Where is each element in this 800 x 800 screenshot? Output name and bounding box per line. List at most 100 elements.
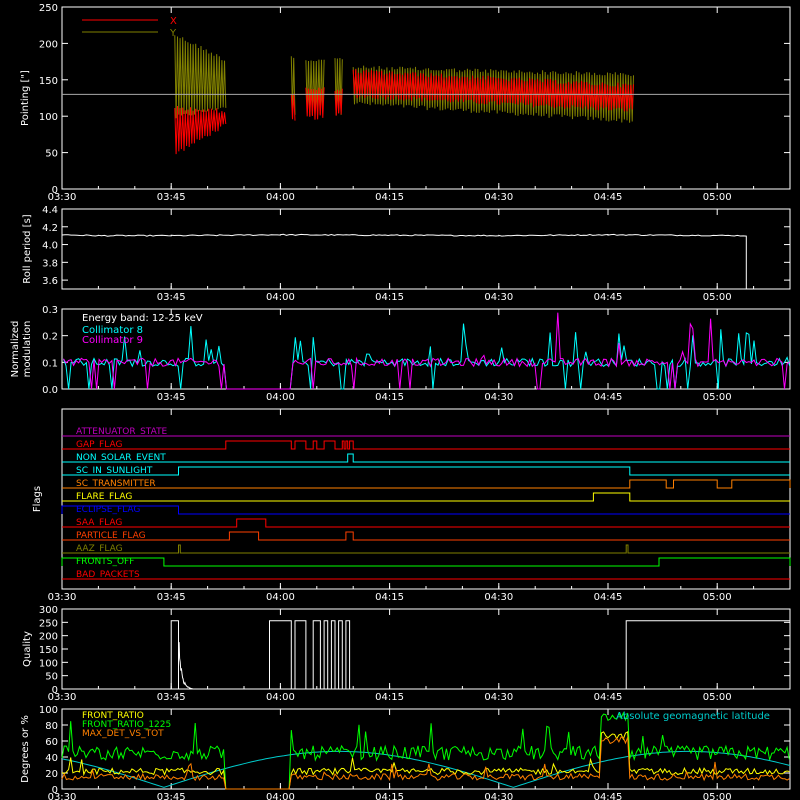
roll-period-line [61, 233, 747, 289]
y-tick-label: 200 [39, 632, 58, 643]
y-axis-label-flags: Flags [32, 486, 43, 512]
x-tick-label: 04:00 [266, 392, 295, 403]
flag-label: GAP_FLAG [76, 440, 122, 450]
legend-label: X [170, 16, 177, 27]
y-tick-label: 3.8 [42, 258, 58, 269]
y-tick-label: 100 [39, 658, 58, 669]
flag-label: NON_SOLAR_EVENT [76, 453, 166, 463]
x-tick-label: 03:30 [48, 192, 77, 203]
chart-canvas: 050100150200250Pointing ["]03:30 03:45 04:… [10, 3, 791, 800]
flag-label: SAA_FLAG [76, 518, 122, 528]
x-tick-label: 04:00 [266, 192, 295, 203]
x-tick-label: 04:30 [484, 692, 513, 703]
x-tick-label: 04:45 [594, 792, 623, 800]
flag-label: FLARE_FLAG [76, 492, 132, 502]
series-line-Y [305, 59, 325, 116]
flag-line-fronts_off [61, 557, 791, 567]
y-tick-label: 20 [45, 769, 58, 780]
y-tick-label: 50 [45, 149, 58, 160]
x-tick-label: 05:00 [703, 592, 732, 603]
legend-label: Absolute geomagnetic latitude [616, 711, 770, 722]
y-tick-label: 4.2 [42, 223, 58, 234]
x-tick-label: 04:15 [375, 792, 404, 800]
y-tick-label: 3.6 [42, 276, 58, 287]
energy-band-annotation: Energy band: 12-25 keV [82, 313, 203, 324]
x-tick-label: 03:45 [157, 292, 186, 303]
series-Y [174, 35, 634, 123]
x-tick-label: 04:45 [594, 392, 623, 403]
legend-label: Collimator 9 [82, 335, 143, 346]
x-tick-label: 05:00 [703, 392, 732, 403]
quality-decay [178, 642, 193, 690]
flag-line-particle_flag [62, 531, 790, 541]
flag-label: ECLIPSE_FLAG [76, 505, 140, 515]
y-tick-label: 250 [39, 618, 58, 629]
x-tick-label: 04:45 [594, 292, 623, 303]
modulation-series-8 [63, 323, 791, 390]
x-tick-label: 03:45 [157, 592, 186, 603]
y-tick-label: 150 [39, 76, 58, 87]
x-tick-label: 04:45 [594, 692, 623, 703]
flag-line-sc_transmitter [62, 479, 791, 489]
panel-frame-roll [61, 208, 791, 290]
flag-label: ATTENUATOR_STATE [76, 427, 168, 437]
flag-line-eclipse_flag [61, 505, 790, 515]
x-tick-label: 04:45 [594, 592, 623, 603]
flag-line-saa_flag [62, 518, 790, 528]
x-tick-label: 04:30 [484, 592, 513, 603]
y-axis-label-ratios: Degrees or % [20, 715, 31, 783]
legend-label: MAX_DET_VS_TOT [82, 729, 164, 739]
x-tick-label: 04:30 [484, 792, 513, 800]
y-tick-label: 0.3 [42, 305, 58, 316]
x-tick-label: 03:45 [157, 192, 186, 203]
x-tick-label: 04:15 [375, 392, 404, 403]
x-tick-label: 04:00 [266, 592, 295, 603]
y-tick-label: 100 [39, 112, 58, 123]
flag-line-flare_flag [62, 492, 790, 502]
x-tick-label: 04:45 [594, 192, 623, 203]
x-tick-label: 04:15 [375, 692, 404, 703]
x-tick-label: 03:30 [48, 592, 77, 603]
modulation-series-9 [63, 312, 790, 390]
x-tick-label: 05:00 [703, 292, 732, 303]
x-tick-label: 03:30 [48, 692, 77, 703]
x-tick-label: 04:30 [484, 292, 513, 303]
flag-label: SC_TRANSMITTER [76, 479, 156, 489]
series-front-ratio [61, 730, 790, 790]
x-tick-label: 04:15 [375, 292, 404, 303]
y-tick-label: 0.0 [42, 385, 58, 396]
series-max-det-vs-tot [61, 736, 790, 790]
y-tick-label: 200 [39, 39, 58, 50]
y-tick-label: 4.4 [42, 205, 58, 216]
flag-label: SC_IN_SUNLIGHT [76, 466, 153, 476]
x-tick-label: 03:45 [157, 692, 186, 703]
y-tick-label: 0.2 [42, 332, 58, 343]
y-axis-label-quality: Quality [22, 631, 33, 667]
flag-label: AAZ_FLAG [76, 544, 123, 554]
y-tick-label: 60 [45, 737, 58, 748]
x-tick-label: 04:15 [375, 592, 404, 603]
flag-line-sc_in_sunlight [62, 466, 790, 476]
y-tick-label: 50 [45, 672, 58, 683]
x-tick-label: 05:00 [703, 192, 732, 203]
x-tick-label: 05:00 [703, 792, 732, 800]
y-tick-label: 250 [39, 3, 58, 14]
quality-line [62, 620, 791, 690]
x-tick-label: 03:45 [157, 792, 186, 800]
y-tick-label: 40 [45, 753, 58, 764]
x-tick-label: 04:30 [484, 392, 513, 403]
series-line-Y [174, 35, 227, 119]
y-tick-label: 80 [45, 721, 58, 732]
series-line-X [174, 105, 227, 155]
y-tick-label: 0.1 [42, 358, 58, 369]
flag-line-non_solar_event [62, 453, 790, 463]
x-tick-label: 03:45 [157, 392, 186, 403]
y-axis-label-pointing: Pointing ["] [20, 70, 31, 126]
chart-figure: 0 50 100 150 200 250 Pointing ["] 03:30 03:45 04:… [0, 0, 800, 800]
x-tick-label: 04:00 [266, 292, 295, 303]
y-tick-label: 300 [39, 605, 58, 616]
x-tick-label: 04:00 [266, 792, 295, 800]
flag-label: PARTICLE_FLAG [76, 531, 146, 541]
x-tick-label: 04:00 [266, 692, 295, 703]
y-tick-label: 4.0 [42, 241, 58, 252]
